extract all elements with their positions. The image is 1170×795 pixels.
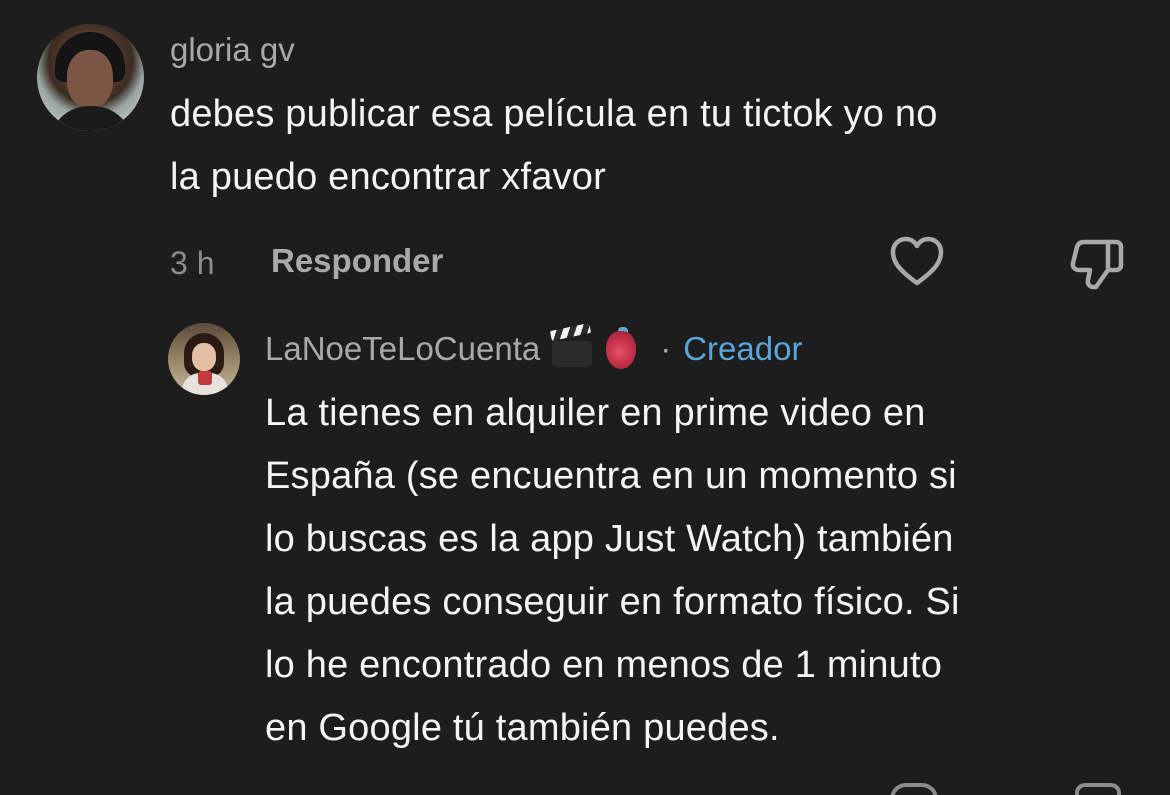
comment-text: debes publicar esa película en tu tictok… — [170, 83, 1150, 209]
heart-outline-icon[interactable] — [890, 783, 938, 795]
reply-text: La tienes en alquiler en prime video en … — [265, 382, 1145, 760]
separator-dot: · — [660, 330, 672, 367]
comment-timestamp: 3 h — [170, 245, 215, 281]
comment-text-line: lo buscas es la app Just Watch) también — [265, 518, 954, 560]
comment-text-line: en Google tú también puedes. — [265, 707, 780, 749]
comment-text-line: la puedes conseguir en formato físico. S… — [265, 581, 960, 623]
comment-text-line: lo he encontrado en menos de 1 minuto — [265, 644, 943, 686]
comment-text-line: España (se encuentra en un momento si — [265, 455, 957, 497]
creator-badge: Creador — [683, 330, 803, 367]
comments-screen: gloria gv debes publicar esa película en… — [0, 0, 1170, 795]
thumbs-down-outline-icon[interactable] — [1075, 783, 1121, 795]
anatomical-heart-emoji — [600, 327, 646, 369]
comment-username[interactable]: LaNoeTeLoCuenta — [265, 329, 540, 369]
comment-username[interactable]: gloria gv — [170, 30, 295, 70]
comment-text-line: la puedo encontrar xfavor — [170, 156, 606, 198]
reply-button[interactable]: Responder — [271, 241, 443, 281]
comment-text-line: debes publicar esa película en tu tictok… — [170, 93, 938, 135]
heart-outline-icon[interactable] — [889, 236, 945, 288]
comment-text-line: La tienes en alquiler en prime video en — [265, 392, 926, 434]
thumbs-down-outline-icon[interactable] — [1070, 236, 1126, 290]
avatar[interactable] — [37, 24, 144, 131]
reply-username-row: LaNoeTeLoCuenta · Creador — [265, 322, 803, 369]
clapper-board-emoji — [550, 322, 596, 369]
avatar[interactable] — [168, 323, 240, 395]
